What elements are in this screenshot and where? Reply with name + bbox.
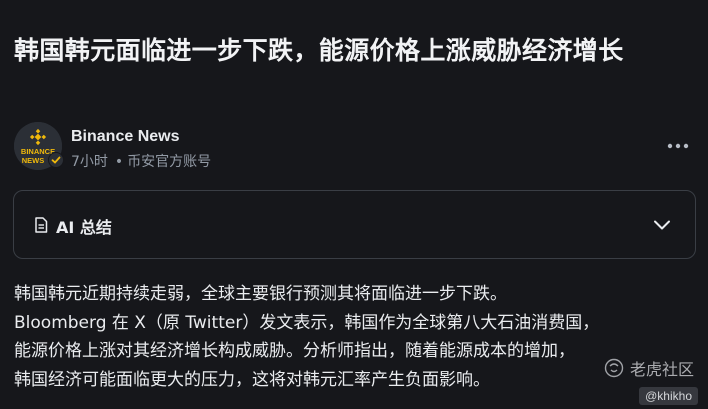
- body-line-1: 韩国韩元近期持续走弱，全球主要银行预测其将面临进一步下跌。: [14, 284, 507, 304]
- body-line-4: 韩国经济可能面临更大的压力，这将对韩元汇率产生负面影响。: [14, 369, 490, 390]
- verified-badge-icon: [48, 152, 64, 168]
- post-time: 7小时: [71, 154, 108, 170]
- watermark-text: 老虎社区: [629, 360, 694, 379]
- ai-summary-label: AI 总结: [56, 218, 112, 237]
- tiger-logo-icon: [604, 358, 624, 378]
- body-line-3: 能源价格上涨对其经济增长构成威胁。分析师指出，随着能源成本的增加，: [14, 341, 575, 361]
- chevron-down-icon[interactable]: [653, 216, 671, 230]
- account-type: 币安官方账号: [127, 154, 212, 170]
- author-meta: 7小时 • 币安官方账号: [71, 151, 211, 171]
- ai-summary-toggle[interactable]: AI 总结: [13, 190, 696, 259]
- watermark: 老虎社区: [604, 355, 694, 381]
- avatar-text-line2: NEWS: [22, 156, 45, 165]
- author-name[interactable]: Binance News: [71, 128, 179, 146]
- avatar[interactable]: BINANCE NEWS: [14, 122, 64, 170]
- watermark-handle: @khikho: [639, 387, 698, 405]
- body-line-2: Bloomberg 在 X（原 Twitter）发文表示，韩国作为全球第八大石油…: [14, 312, 600, 333]
- author-row: BINANCE NEWS Binance News 7小时 • 币安官方账号: [14, 122, 694, 172]
- article-title: 韩国韩元面临进一步下跌，能源价格上涨威胁经济增长: [14, 36, 624, 65]
- more-horizontal-icon[interactable]: [666, 136, 690, 156]
- article-body: 韩国韩元近期持续走弱，全球主要银行预测其将面临进一步下跌。 Bloomberg …: [14, 280, 698, 394]
- meta-separator: •: [114, 154, 124, 170]
- document-icon: [34, 217, 48, 233]
- article-page: 韩国韩元面临进一步下跌，能源价格上涨威胁经济增长 BINANCE NEWS Bi…: [0, 0, 708, 409]
